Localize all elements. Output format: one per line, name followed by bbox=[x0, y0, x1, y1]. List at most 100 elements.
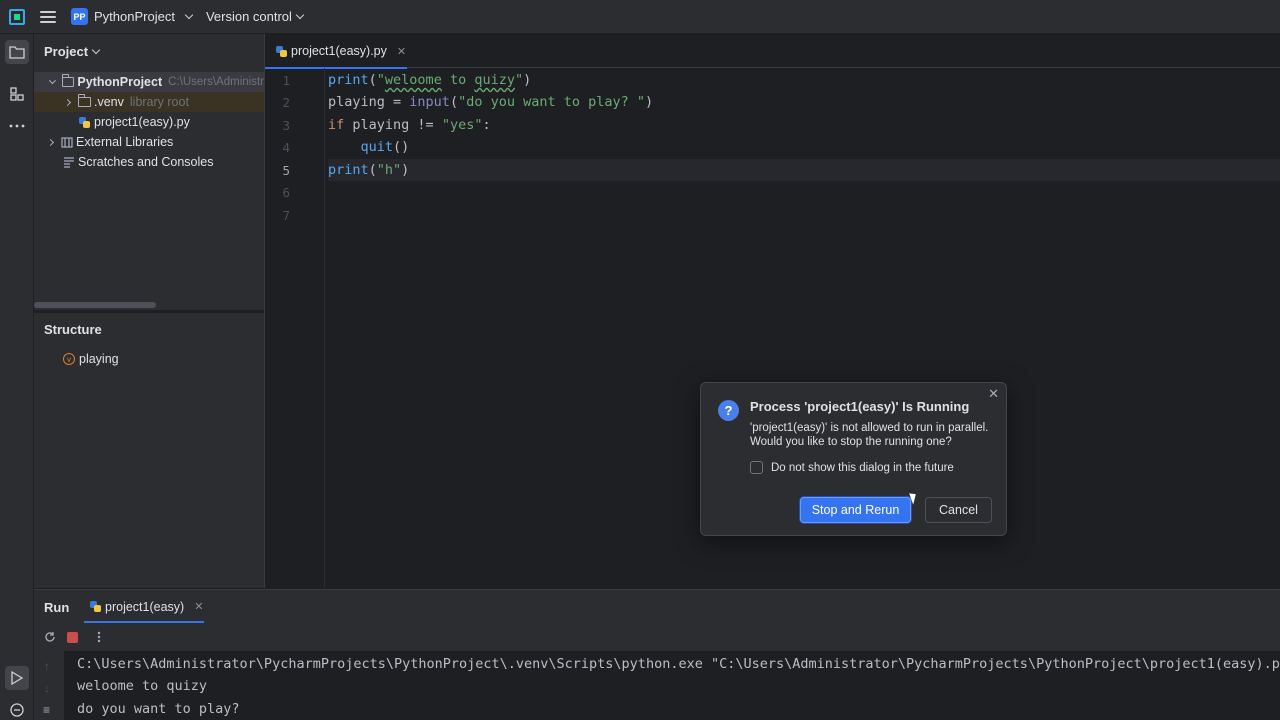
console-output-line: do you want to play? bbox=[77, 701, 240, 717]
tree-item-file[interactable]: project1(easy).py bbox=[34, 112, 264, 132]
tool-window-strip bbox=[0, 34, 34, 720]
tree-label: project1(easy).py bbox=[94, 115, 190, 129]
run-toolbar bbox=[34, 623, 1280, 651]
code-line-2[interactable]: playing = input("do you want to play? ") bbox=[328, 91, 1280, 113]
code-token: = bbox=[384, 94, 410, 110]
rerun-icon[interactable] bbox=[44, 631, 56, 643]
run-panel: Run project1(easy) ✕ ↑ ↓ ≡ C:\Users\Admi… bbox=[34, 589, 1280, 720]
close-icon[interactable]: ✕ bbox=[988, 386, 999, 402]
tree-item-root[interactable]: PythonProject C:\Users\Administr bbox=[34, 72, 264, 92]
tree-label: External Libraries bbox=[76, 135, 174, 149]
library-icon bbox=[61, 137, 73, 148]
checkbox-label: Do not show this dialog in the future bbox=[771, 461, 954, 474]
code-token: " bbox=[514, 72, 524, 88]
folder-icon bbox=[78, 94, 91, 107]
tree-label: .venv bbox=[94, 95, 124, 109]
code-token: ) bbox=[645, 94, 654, 110]
project-tool-button[interactable] bbox=[5, 40, 29, 64]
project-name: PythonProject bbox=[94, 9, 175, 24]
code-token: " bbox=[376, 72, 385, 88]
title-bar: PP PythonProject Version control bbox=[0, 0, 1280, 34]
do-not-show-option[interactable]: Do not show this dialog in the future bbox=[750, 461, 954, 474]
arrow-down-icon[interactable]: ↓ bbox=[44, 681, 50, 695]
scratches-icon bbox=[64, 157, 74, 168]
editor-tab[interactable]: project1(easy).py ✕ bbox=[265, 34, 407, 69]
panel-title: Project bbox=[44, 44, 89, 59]
project-switcher[interactable]: PP PythonProject bbox=[71, 8, 194, 25]
stop-and-rerun-button[interactable]: Stop and Rerun bbox=[800, 497, 911, 523]
project-panel: Project PythonProject C:\Users\Administr… bbox=[34, 34, 264, 310]
run-icon bbox=[11, 670, 24, 686]
code-token: ( bbox=[449, 94, 459, 110]
code-line-5[interactable]: print("h") bbox=[328, 159, 1280, 181]
variable-icon: v bbox=[63, 353, 75, 365]
tree-item-venv[interactable]: .venv library root bbox=[34, 92, 264, 112]
tree-hint: C:\Users\Administr bbox=[168, 76, 264, 88]
line-number: 7 bbox=[282, 208, 290, 223]
chevron-down-icon bbox=[184, 10, 194, 19]
code-token: () bbox=[393, 139, 410, 155]
more-tools-button[interactable] bbox=[5, 114, 29, 138]
question-icon: ? bbox=[718, 400, 739, 421]
code-token: playing bbox=[328, 94, 385, 110]
close-icon[interactable]: ✕ bbox=[194, 600, 203, 613]
main-menu-icon[interactable] bbox=[40, 10, 56, 23]
version-control-label: Version control bbox=[205, 9, 292, 24]
line-number-gutter: 1 2 3 4 5 6 7 bbox=[265, 68, 325, 588]
chevron-down-icon bbox=[91, 45, 101, 54]
dialog-message-line: 'project1(easy)' is not allowed to run i… bbox=[750, 422, 989, 434]
code-token-typo: quizy bbox=[474, 72, 515, 88]
code-line-1[interactable]: print(" weloome to quizy ") bbox=[328, 69, 1280, 91]
code-token: ( bbox=[368, 162, 377, 178]
python-console-button[interactable] bbox=[5, 698, 29, 720]
tree-item-external-libraries[interactable]: External Libraries bbox=[34, 132, 264, 152]
structure-tool-button[interactable] bbox=[5, 82, 29, 106]
cancel-button[interactable]: Cancel bbox=[925, 497, 992, 523]
code-line-3[interactable]: if playing != "yes": bbox=[328, 114, 1280, 136]
do-not-show-checkbox[interactable] bbox=[750, 461, 763, 474]
chevron-right-icon[interactable] bbox=[63, 98, 72, 106]
tree-label: PythonProject bbox=[77, 75, 163, 89]
structure-panel: Structure v playing bbox=[34, 312, 264, 588]
python-file-icon bbox=[79, 116, 90, 128]
code-token-typo: weloome bbox=[384, 72, 442, 88]
structure-label: playing bbox=[79, 352, 119, 366]
more-vertical-icon[interactable] bbox=[97, 631, 101, 643]
code-line-4[interactable]: quit() bbox=[328, 136, 1280, 158]
line-number: 4 bbox=[282, 140, 290, 155]
run-side-toolbar: ↑ ↓ ≡ bbox=[34, 651, 64, 720]
code-token: ( bbox=[368, 72, 377, 88]
run-title: Run bbox=[44, 600, 70, 615]
close-icon[interactable]: ✕ bbox=[397, 45, 406, 58]
horizontal-scrollbar[interactable] bbox=[34, 302, 156, 308]
code-token: ) bbox=[401, 162, 410, 178]
project-panel-header[interactable]: Project bbox=[44, 44, 101, 59]
run-header: Run project1(easy) ✕ bbox=[34, 590, 1280, 623]
tree-item-scratches[interactable]: Scratches and Consoles bbox=[34, 152, 264, 172]
folder-icon bbox=[62, 74, 75, 87]
stop-icon[interactable] bbox=[67, 632, 78, 643]
chevron-down-icon[interactable] bbox=[48, 77, 56, 84]
pycharm-logo-icon[interactable] bbox=[9, 8, 25, 25]
code-token: "do you want to play? " bbox=[458, 94, 646, 110]
code-token: "yes" bbox=[441, 117, 483, 133]
console-output-line: C:\Users\Administrator\PycharmProjects\P… bbox=[77, 656, 1280, 672]
editor-tabs: project1(easy).py ✕ bbox=[265, 34, 1280, 69]
tab-label: project1(easy).py bbox=[291, 44, 387, 58]
arrow-up-icon[interactable]: ↑ bbox=[44, 659, 50, 673]
structure-item[interactable]: v playing bbox=[34, 349, 264, 369]
chevron-right-icon[interactable] bbox=[46, 138, 55, 146]
code-token: ) bbox=[523, 72, 532, 88]
run-tool-button[interactable] bbox=[5, 666, 29, 690]
code-token: input bbox=[409, 94, 450, 110]
run-tab-label: project1(easy) bbox=[105, 599, 185, 614]
soft-wrap-icon[interactable]: ≡ bbox=[43, 703, 50, 717]
run-tab[interactable]: project1(easy) ✕ bbox=[90, 590, 204, 623]
tree-hint: library root bbox=[129, 95, 189, 109]
structure-icon bbox=[10, 87, 24, 101]
python-file-icon bbox=[276, 45, 287, 57]
line-number: 3 bbox=[282, 118, 290, 133]
version-control-menu[interactable]: Version control bbox=[205, 9, 305, 24]
project-badge: PP bbox=[71, 8, 88, 25]
python-console-icon bbox=[10, 703, 24, 717]
